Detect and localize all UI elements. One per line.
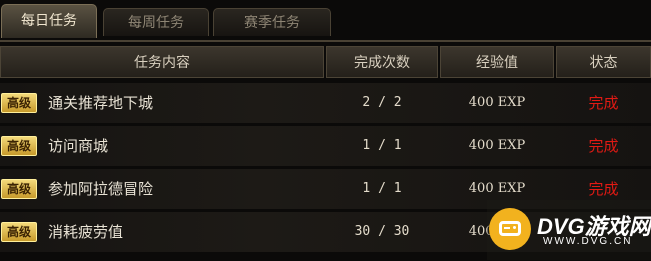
- grade-badge: 高级: [1, 93, 37, 113]
- task-name: 消耗疲劳值: [48, 223, 124, 241]
- column-header-task: 任务内容: [0, 46, 324, 78]
- column-header-status: 状态: [556, 46, 651, 78]
- task-exp: 400 EXP: [468, 95, 526, 110]
- task-status: 完成: [588, 94, 619, 112]
- tab-divider: [0, 40, 651, 42]
- task-count: 30 / 30: [354, 224, 410, 239]
- grade-badge: 高级: [1, 222, 37, 242]
- task-count: 1 / 1: [362, 138, 402, 153]
- task-row: 高级 通关推荐地下城 2 / 2 400 EXP 完成: [0, 81, 651, 125]
- gamepad-logo-icon: [489, 208, 531, 250]
- task-tabs: 每日任务 每周任务 赛季任务: [0, 4, 651, 42]
- tab-weekly-tasks[interactable]: 每周任务: [103, 8, 209, 36]
- table-header: 任务内容 完成次数 经验值 状态: [0, 46, 651, 78]
- task-count: 1 / 1: [362, 181, 402, 196]
- task-count: 2 / 2: [362, 95, 402, 110]
- task-exp: 400 EXP: [468, 138, 526, 153]
- task-status: 完成: [588, 137, 619, 155]
- column-header-exp: 经验值: [440, 46, 554, 78]
- watermark-url: WWW.DVG.CN: [543, 236, 633, 247]
- task-row: 高级 访问商城 1 / 1 400 EXP 完成: [0, 124, 651, 168]
- task-name: 参加阿拉德冒险: [48, 180, 154, 198]
- task-name: 访问商城: [48, 137, 109, 155]
- grade-badge: 高级: [1, 136, 37, 156]
- site-watermark: DVG游戏网 WWW.DVG.CN: [487, 200, 651, 260]
- column-header-count: 完成次数: [326, 46, 438, 78]
- task-name: 通关推荐地下城: [48, 94, 154, 112]
- tab-season-tasks[interactable]: 赛季任务: [213, 8, 331, 36]
- grade-badge: 高级: [1, 179, 37, 199]
- tab-daily-tasks[interactable]: 每日任务: [1, 4, 97, 38]
